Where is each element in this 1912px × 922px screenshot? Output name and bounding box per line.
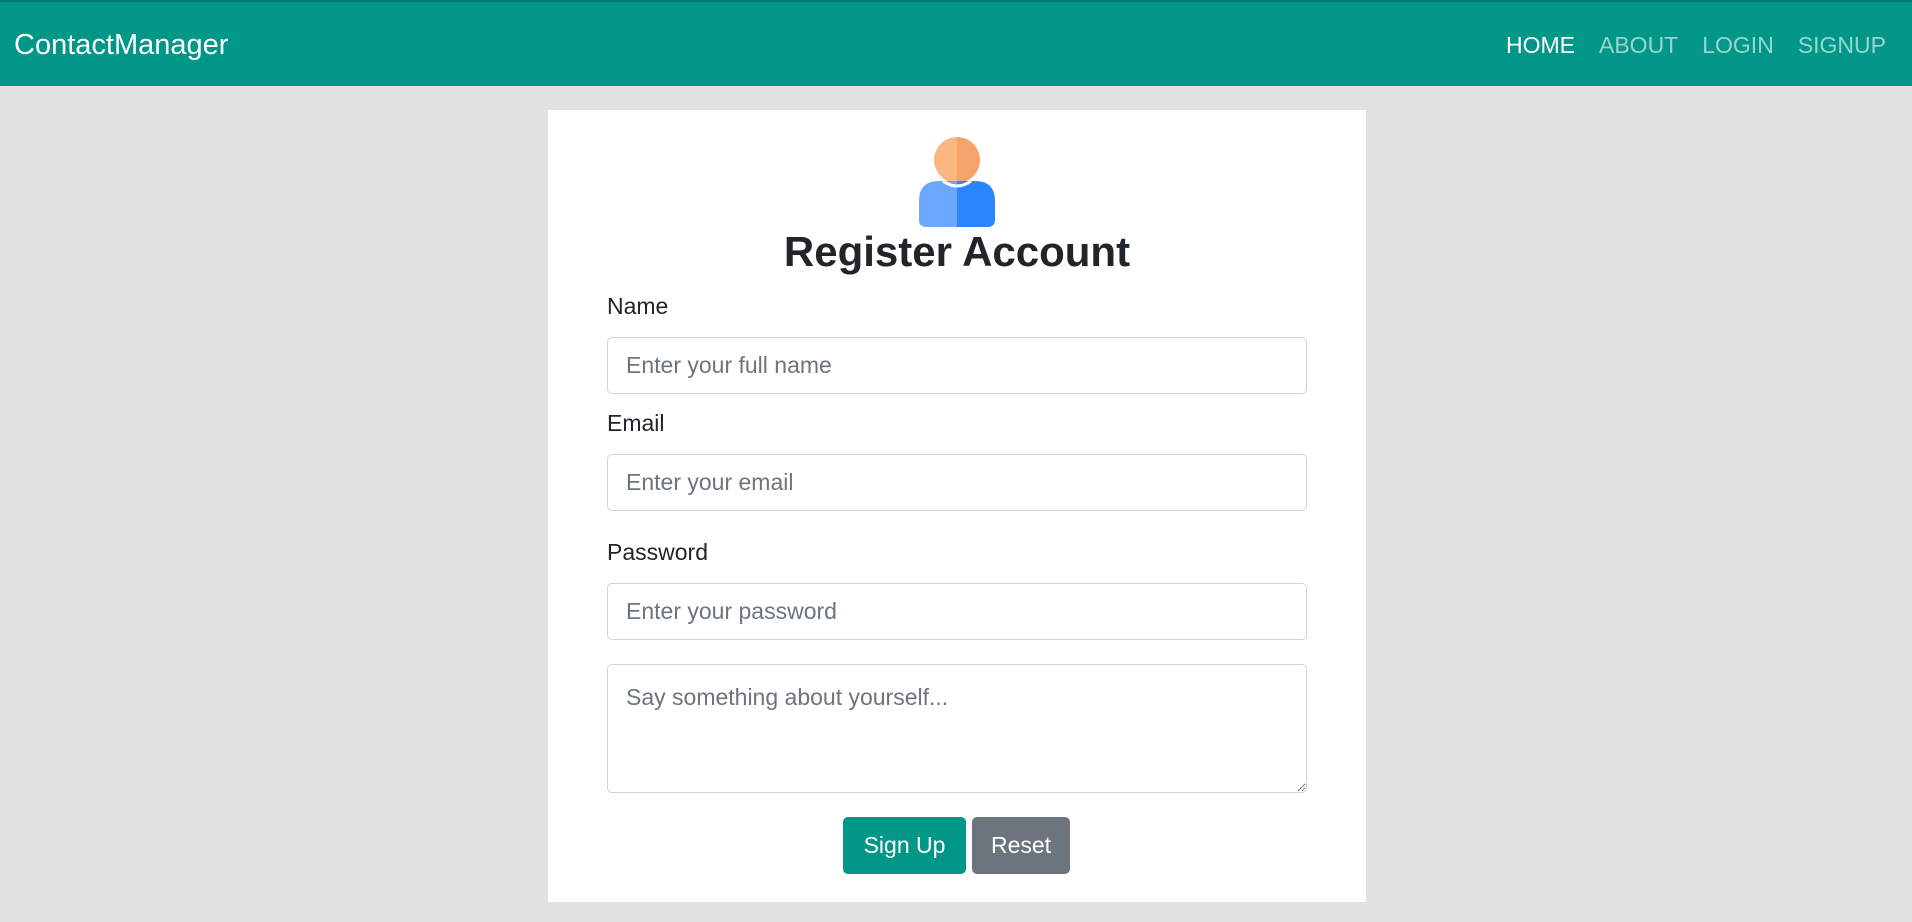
- nav-link-signup[interactable]: SIGNUP: [1798, 32, 1886, 59]
- user-avatar-icon: [919, 137, 995, 227]
- nav-links: HOME ABOUT LOGIN SIGNUP: [1506, 2, 1886, 88]
- password-label: Password: [607, 539, 708, 565]
- name-label: Name: [607, 293, 669, 319]
- nav-link-login[interactable]: LOGIN: [1702, 32, 1774, 59]
- name-input[interactable]: [607, 337, 1307, 394]
- reset-button[interactable]: Reset: [972, 817, 1070, 874]
- register-card: Register Account Name Email Password Sig…: [548, 110, 1366, 902]
- navbar: ContactManager HOME ABOUT LOGIN SIGNUP: [0, 0, 1912, 86]
- page-title: Register Account: [783, 228, 1131, 275]
- email-input[interactable]: [607, 454, 1307, 511]
- email-label: Email: [607, 410, 665, 436]
- about-textarea[interactable]: [607, 664, 1307, 793]
- nav-link-about[interactable]: ABOUT: [1599, 32, 1678, 59]
- brand-link[interactable]: ContactManager: [14, 2, 228, 88]
- signup-button[interactable]: Sign Up: [843, 817, 966, 874]
- nav-link-home[interactable]: HOME: [1506, 32, 1575, 59]
- password-input[interactable]: [607, 583, 1307, 640]
